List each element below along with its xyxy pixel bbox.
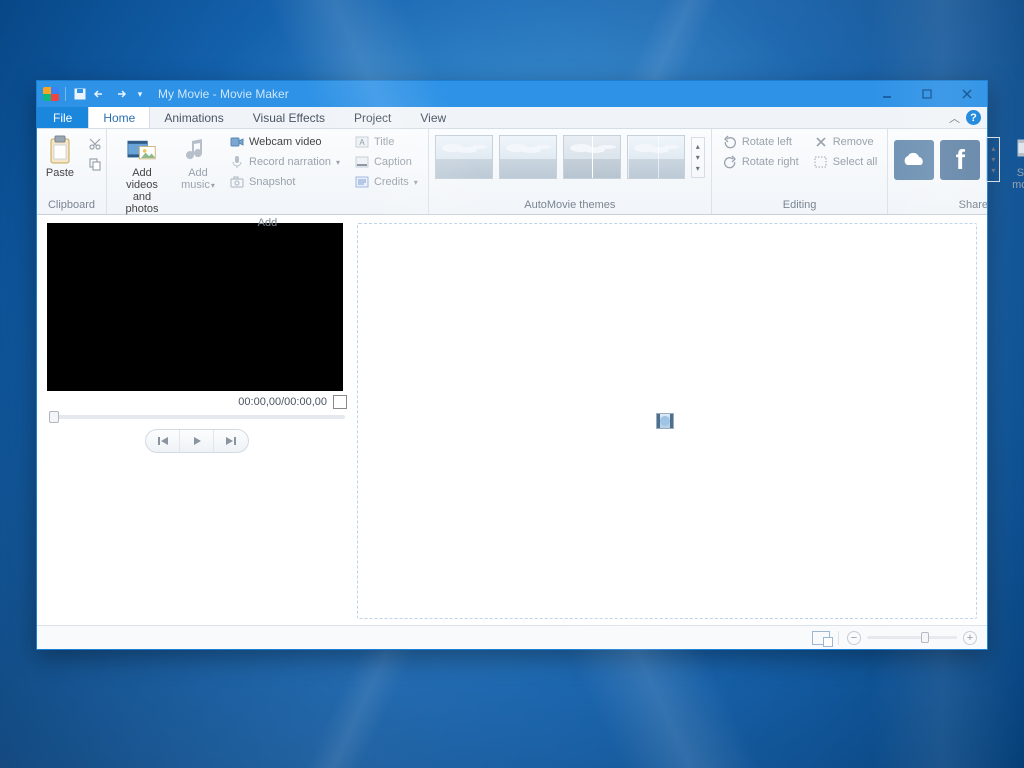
- scissors-icon: [87, 136, 103, 152]
- share-onedrive-button[interactable]: [894, 140, 934, 180]
- add-videos-photos-button[interactable]: Add videos and photos: [113, 133, 171, 215]
- video-preview[interactable]: [47, 223, 343, 391]
- zoom-control: − +: [847, 631, 977, 645]
- tab-animations[interactable]: Animations: [150, 107, 238, 128]
- copy-button[interactable]: [83, 155, 107, 173]
- statusbar: − +: [37, 625, 987, 649]
- storyboard[interactable]: [357, 223, 977, 619]
- cut-button[interactable]: [83, 135, 107, 153]
- rotate-left-button[interactable]: Rotate left: [718, 133, 803, 151]
- save-movie-icon: [1014, 135, 1024, 165]
- svg-text:A: A: [359, 138, 365, 147]
- music-note-icon: [183, 135, 213, 165]
- group-label-clipboard: Clipboard: [43, 197, 100, 214]
- remove-button[interactable]: Remove: [809, 133, 882, 151]
- close-button[interactable]: [947, 81, 987, 107]
- caption-icon: [354, 154, 370, 170]
- themes-more-dropdown[interactable]: ▴▾▾: [691, 137, 705, 178]
- rotate-right-button[interactable]: Rotate right: [718, 153, 803, 171]
- credits-icon: [354, 174, 370, 190]
- fullscreen-icon[interactable]: [333, 395, 347, 409]
- theme-thumbnail-4[interactable]: [627, 135, 685, 179]
- preview-pane: 00:00,00/00:00,00: [47, 223, 347, 619]
- zoom-knob[interactable]: [921, 632, 929, 643]
- paste-button[interactable]: Paste: [43, 133, 77, 179]
- group-editing: Rotate left Rotate right Remove: [712, 129, 889, 214]
- webcam-video-button[interactable]: Webcam video: [225, 133, 344, 151]
- tab-view[interactable]: View: [406, 107, 461, 128]
- ribbon-tabstrip: File Home Animations Visual Effects Proj…: [37, 107, 987, 129]
- tab-visual-effects[interactable]: Visual Effects: [239, 107, 340, 128]
- qat-save-icon[interactable]: [72, 86, 88, 102]
- help-icon[interactable]: ?: [966, 110, 981, 125]
- group-clipboard: Paste Clipboard: [37, 129, 107, 214]
- record-narration-button[interactable]: Record narration▾: [225, 153, 344, 171]
- qat-redo-icon[interactable]: [112, 86, 128, 102]
- tab-project[interactable]: Project: [340, 107, 406, 128]
- zoom-slider[interactable]: [867, 636, 957, 639]
- file-tab[interactable]: File: [37, 107, 88, 128]
- status-separator: [838, 631, 839, 645]
- group-share: f ▴▾▾ Save movie▾ Share: [888, 129, 1024, 214]
- microphone-icon: [229, 154, 245, 170]
- zoom-in-button[interactable]: +: [963, 631, 977, 645]
- thumbnail-view-icon[interactable]: [812, 631, 830, 645]
- clipboard-icon: [45, 135, 75, 165]
- webcam-icon: [229, 134, 245, 150]
- zoom-out-button[interactable]: −: [847, 631, 861, 645]
- previous-frame-button[interactable]: [146, 430, 180, 452]
- add-music-button[interactable]: Add music▾: [177, 133, 219, 191]
- qat-customize-icon[interactable]: ▾: [132, 86, 148, 102]
- minimize-button[interactable]: [867, 81, 907, 107]
- app-window: ▾ My Movie - Movie Maker File Home Anima…: [36, 80, 988, 650]
- theme-thumbnail-2[interactable]: [499, 135, 557, 179]
- share-facebook-button[interactable]: f: [940, 140, 980, 180]
- group-label-themes: AutoMovie themes: [435, 197, 705, 214]
- copy-icon: [87, 156, 103, 172]
- collapse-ribbon-icon[interactable]: ︿: [949, 110, 960, 126]
- select-all-button[interactable]: Select all: [809, 153, 882, 171]
- group-automovie-themes: ▴▾▾ AutoMovie themes: [429, 129, 712, 214]
- camera-icon: [229, 174, 245, 190]
- theme-thumbnail-1[interactable]: [435, 135, 493, 179]
- title-button[interactable]: A Title: [350, 133, 422, 151]
- seek-slider[interactable]: [49, 415, 345, 419]
- quick-access-toolbar: ▾: [43, 86, 148, 102]
- remove-icon: [813, 134, 829, 150]
- film-placeholder-icon: [657, 414, 673, 428]
- filmstrip-icon: [127, 135, 157, 165]
- qat-undo-icon[interactable]: [92, 86, 108, 102]
- qat-separator: [65, 87, 66, 101]
- content-area: 00:00,00/00:00,00: [37, 215, 987, 625]
- window-title: My Movie - Movie Maker: [158, 87, 289, 101]
- seek-knob[interactable]: [49, 411, 59, 423]
- theme-thumbnail-3[interactable]: [563, 135, 621, 179]
- select-all-icon: [813, 154, 829, 170]
- playback-controls: [47, 429, 347, 453]
- time-display: 00:00,00/00:00,00: [238, 396, 327, 408]
- credits-button[interactable]: Credits▾: [350, 173, 422, 191]
- ribbon: Paste Clipboard: [37, 129, 987, 215]
- group-label-share: Share: [894, 197, 1024, 214]
- title-icon: A: [354, 134, 370, 150]
- titlebar: ▾ My Movie - Movie Maker: [37, 81, 987, 107]
- tab-home[interactable]: Home: [88, 107, 150, 128]
- next-frame-button[interactable]: [214, 430, 248, 452]
- storyboard-placeholder: [657, 414, 677, 428]
- snapshot-button[interactable]: Snapshot: [225, 173, 344, 191]
- window-controls: [867, 81, 987, 107]
- share-more-dropdown[interactable]: ▴▾▾: [986, 137, 1000, 182]
- caption-button[interactable]: Caption: [350, 153, 422, 171]
- maximize-button[interactable]: [907, 81, 947, 107]
- play-button[interactable]: [180, 430, 214, 452]
- save-movie-button[interactable]: Save movie▾: [1006, 133, 1024, 191]
- group-label-editing: Editing: [718, 197, 882, 214]
- rotate-right-icon: [722, 154, 738, 170]
- app-icon: [43, 87, 59, 101]
- rotate-left-icon: [722, 134, 738, 150]
- group-add: Add videos and photos Add music▾ Webcam …: [107, 129, 429, 214]
